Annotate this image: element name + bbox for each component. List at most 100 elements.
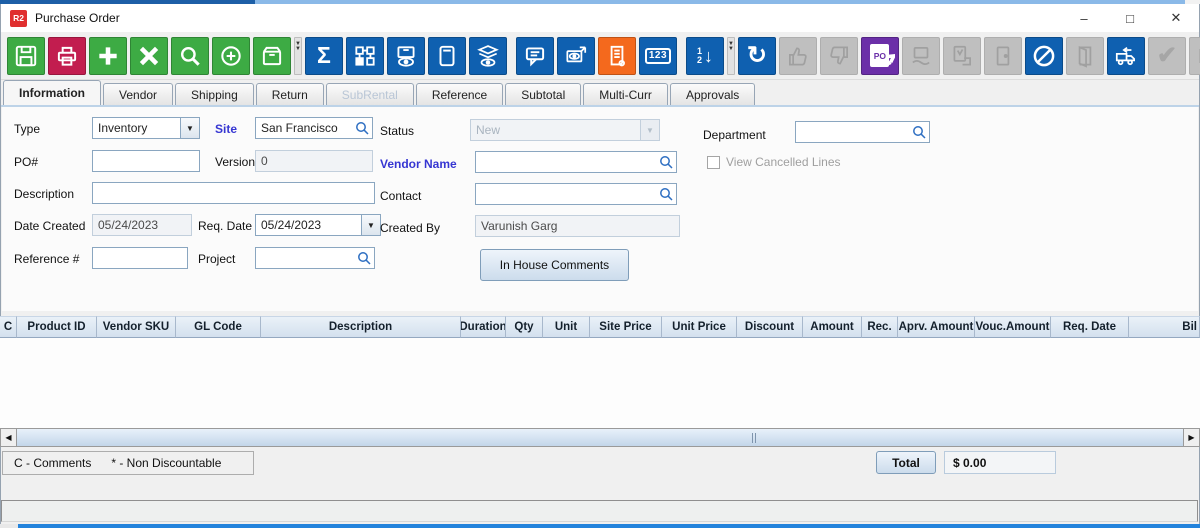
- tab-return[interactable]: Return: [256, 83, 324, 105]
- col-header-req-date[interactable]: Req. Date: [1051, 316, 1129, 338]
- close-button[interactable]: ✕: [1153, 4, 1199, 32]
- created-by-label: Created By: [380, 217, 440, 239]
- col-header-site-price[interactable]: Site Price: [590, 316, 662, 338]
- reference-number-input[interactable]: [93, 248, 187, 268]
- description-label: Description: [14, 183, 74, 205]
- department-input[interactable]: [796, 122, 912, 142]
- sum-button[interactable]: Σ: [305, 37, 343, 75]
- col-header-vouc-amount[interactable]: Vouc.Amount: [975, 316, 1051, 338]
- r2-app-icon: R2: [10, 10, 27, 27]
- col-header-bill[interactable]: Bil: [1129, 316, 1200, 338]
- tab-vendor[interactable]: Vendor: [103, 83, 173, 105]
- tab-multi-curr[interactable]: Multi-Curr: [583, 83, 668, 105]
- version-label: Version: [215, 151, 255, 173]
- scroll-right-arrow[interactable]: ▶: [1183, 428, 1200, 447]
- in-house-comments-button[interactable]: In House Comments: [480, 249, 629, 281]
- contact-label: Contact: [380, 185, 421, 207]
- reference-number-field[interactable]: [92, 247, 188, 269]
- toolbar-overflow-separator[interactable]: ▼ ▼: [294, 37, 302, 75]
- scroll-left-arrow[interactable]: ◀: [0, 428, 17, 447]
- layers-view-button[interactable]: [469, 37, 507, 75]
- vendor-name-label[interactable]: Vendor Name: [380, 153, 457, 175]
- col-header-product-id[interactable]: Product ID: [17, 316, 97, 338]
- col-header-qty[interactable]: Qty: [506, 316, 543, 338]
- col-header-duration[interactable]: Duration: [461, 316, 506, 338]
- project-field[interactable]: [255, 247, 375, 269]
- comment-button[interactable]: [516, 37, 554, 75]
- line-items-table-body[interactable]: [0, 338, 1200, 428]
- view-cancelled-lines-option: View Cancelled Lines: [707, 155, 841, 169]
- search-icon[interactable]: [355, 121, 369, 135]
- search-icon[interactable]: [659, 155, 673, 169]
- search-icon[interactable]: [912, 125, 926, 139]
- tab-subtotal[interactable]: Subtotal: [505, 83, 581, 105]
- numbers-123-button[interactable]: 123: [639, 37, 677, 75]
- add-circle-button[interactable]: [212, 37, 250, 75]
- type-combobox[interactable]: Inventory ▼: [92, 117, 200, 139]
- po-document-button[interactable]: PO: [861, 37, 899, 75]
- po-number-input[interactable]: [93, 151, 199, 171]
- vendor-name-input[interactable]: [476, 152, 659, 172]
- department-field[interactable]: [795, 121, 930, 143]
- blocks-button[interactable]: [346, 37, 384, 75]
- view-cancelled-lines-checkbox[interactable]: [707, 156, 720, 169]
- col-header-unit-price[interactable]: Unit Price: [662, 316, 737, 338]
- maximize-button[interactable]: □: [1107, 4, 1153, 32]
- package-button[interactable]: [253, 37, 291, 75]
- main-toolbar: ▼ ▼ Σ: [1, 32, 1199, 80]
- req-date-combobox[interactable]: 05/24/2023 ▼: [255, 214, 381, 236]
- col-header-amount[interactable]: Amount: [803, 316, 862, 338]
- horizontal-scrollbar[interactable]: ◀ ▶: [0, 428, 1200, 447]
- blocks-icon: [352, 43, 378, 69]
- col-header-discount[interactable]: Discount: [737, 316, 803, 338]
- site-field[interactable]: San Francisco: [255, 117, 373, 139]
- sort-numeric-button[interactable]: 1 2 ↓: [686, 37, 724, 75]
- status-bar: [1, 500, 1198, 522]
- contact-input[interactable]: [476, 184, 659, 204]
- site-label[interactable]: Site: [215, 118, 237, 140]
- contact-field[interactable]: [475, 183, 677, 205]
- col-header-gl-code[interactable]: GL Code: [176, 316, 261, 338]
- description-field[interactable]: [92, 182, 375, 204]
- cancel-button[interactable]: [1025, 37, 1063, 75]
- overflow-arrow-icon: ▼: [728, 47, 734, 52]
- print-button[interactable]: [48, 37, 86, 75]
- receive-goods-button: [902, 37, 940, 75]
- description-input[interactable]: [93, 183, 374, 203]
- minimize-button[interactable]: –: [1061, 4, 1107, 32]
- col-header-c[interactable]: C: [0, 316, 17, 338]
- add-button[interactable]: [89, 37, 127, 75]
- col-header-rec[interactable]: Rec.: [862, 316, 898, 338]
- package-view-button[interactable]: [387, 37, 425, 75]
- chevron-down-icon[interactable]: ▼: [361, 215, 380, 235]
- receipt-button[interactable]: [598, 37, 636, 75]
- cancel-icon: [1031, 43, 1057, 69]
- chevron-down-icon[interactable]: ▼: [180, 118, 199, 138]
- scrollbar-thumb-grip[interactable]: [752, 433, 756, 443]
- container-view-button[interactable]: [557, 37, 595, 75]
- notebook-button[interactable]: [428, 37, 466, 75]
- vendor-name-field[interactable]: [475, 151, 677, 173]
- col-header-aprv-amount[interactable]: Aprv. Amount: [898, 316, 975, 338]
- date-created-label: Date Created: [14, 215, 85, 237]
- po-number-field[interactable]: [92, 150, 200, 172]
- refresh-button[interactable]: ↻: [738, 37, 776, 75]
- tab-reference[interactable]: Reference: [416, 83, 503, 105]
- col-header-description[interactable]: Description: [261, 316, 461, 338]
- tab-shipping[interactable]: Shipping: [175, 83, 254, 105]
- col-header-vendor-sku[interactable]: Vendor SKU: [97, 316, 176, 338]
- delete-button[interactable]: [130, 37, 168, 75]
- col-header-unit[interactable]: Unit: [543, 316, 590, 338]
- search-button[interactable]: [171, 37, 209, 75]
- search-icon[interactable]: [659, 187, 673, 201]
- tab-approvals[interactable]: Approvals: [670, 83, 755, 105]
- toolbar-overflow-separator[interactable]: ▼ ▼: [727, 37, 735, 75]
- tab-information[interactable]: Information: [3, 80, 101, 105]
- truck-return-button[interactable]: [1107, 37, 1145, 75]
- project-input[interactable]: [256, 248, 357, 268]
- door-closed-icon: [990, 43, 1016, 69]
- search-icon[interactable]: [357, 251, 371, 265]
- total-button[interactable]: Total: [876, 451, 936, 474]
- scrollbar-track[interactable]: [17, 428, 1183, 447]
- save-button[interactable]: [7, 37, 45, 75]
